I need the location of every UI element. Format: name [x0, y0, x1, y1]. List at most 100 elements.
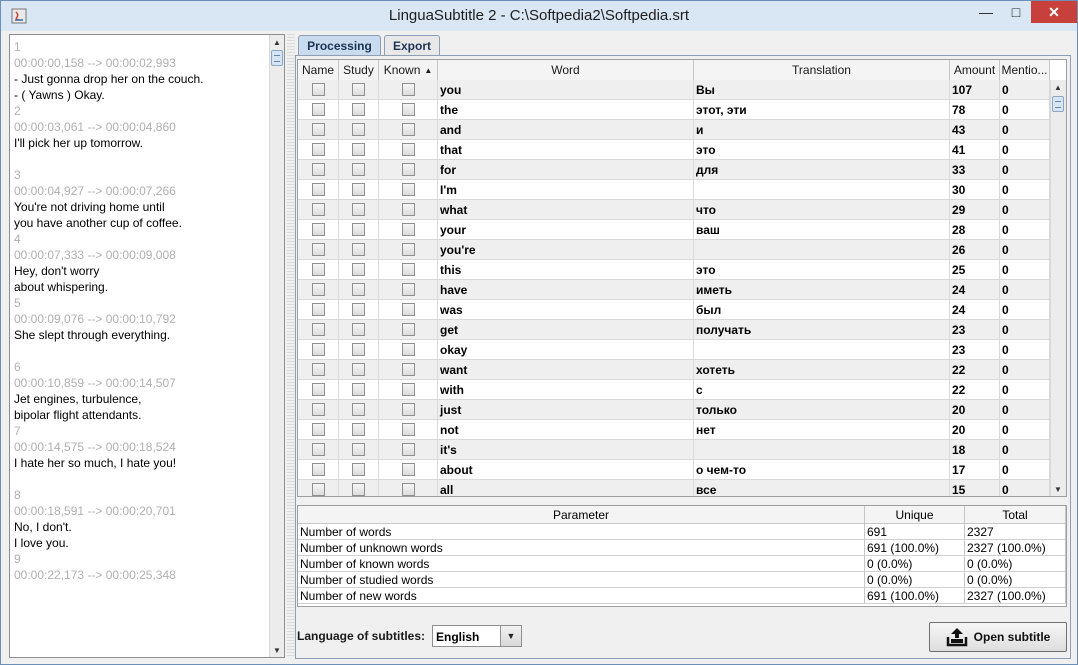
translation-cell[interactable]: [694, 340, 950, 359]
translation-cell[interactable]: ваш: [694, 220, 950, 239]
known-checkbox[interactable]: [401, 203, 415, 216]
name-checkbox[interactable]: [311, 163, 325, 176]
known-checkbox[interactable]: [401, 163, 415, 176]
translation-cell[interactable]: был: [694, 300, 950, 319]
name-checkbox[interactable]: [311, 243, 325, 256]
subtitle-entry[interactable]: 8 00:00:18,591 --> 00:00:20,701 No, I don'…: [14, 487, 269, 551]
translation-cell[interactable]: с: [694, 380, 950, 399]
scroll-thumb[interactable]: [1052, 96, 1064, 112]
language-dropdown[interactable]: English ▼: [432, 625, 522, 647]
amount-cell[interactable]: 22: [950, 380, 1000, 399]
mentions-cell[interactable]: 0: [1000, 460, 1050, 479]
word-cell[interactable]: the: [438, 100, 694, 119]
table-row[interactable]: about о чем-то 17 0: [298, 460, 1050, 480]
mentions-cell[interactable]: 0: [1000, 480, 1050, 496]
table-row[interactable]: it's 18 0: [298, 440, 1050, 460]
amount-cell[interactable]: 18: [950, 440, 1000, 459]
amount-cell[interactable]: 23: [950, 340, 1000, 359]
amount-cell[interactable]: 22: [950, 360, 1000, 379]
word-cell[interactable]: was: [438, 300, 694, 319]
name-checkbox[interactable]: [311, 223, 325, 236]
known-checkbox[interactable]: [401, 303, 415, 316]
amount-cell[interactable]: 43: [950, 120, 1000, 139]
study-checkbox[interactable]: [352, 463, 365, 476]
study-checkbox[interactable]: [352, 103, 365, 116]
mentions-cell[interactable]: 0: [1000, 100, 1050, 119]
column-header-translation[interactable]: Translation: [694, 60, 950, 80]
known-checkbox[interactable]: [401, 463, 415, 476]
scroll-down-arrow-icon[interactable]: ▼: [270, 643, 284, 657]
translation-cell[interactable]: [694, 180, 950, 199]
word-cell[interactable]: just: [438, 400, 694, 419]
mentions-cell[interactable]: 0: [1000, 380, 1050, 399]
translation-cell[interactable]: о чем-то: [694, 460, 950, 479]
maximize-button[interactable]: □: [1003, 1, 1029, 23]
subtitle-entry[interactable]: 5 00:00:09,076 --> 00:00:10,792 She slept …: [14, 295, 269, 359]
amount-cell[interactable]: 26: [950, 240, 1000, 259]
known-checkbox[interactable]: [401, 403, 415, 416]
scroll-thumb[interactable]: [271, 50, 283, 66]
name-checkbox[interactable]: [311, 383, 325, 396]
table-row[interactable]: for для 33 0: [298, 160, 1050, 180]
name-checkbox[interactable]: [311, 183, 325, 196]
mentions-cell[interactable]: 0: [1000, 340, 1050, 359]
translation-cell[interactable]: все: [694, 480, 950, 496]
translation-cell[interactable]: хотеть: [694, 360, 950, 379]
study-checkbox[interactable]: [352, 343, 365, 356]
close-button[interactable]: ✕: [1031, 1, 1077, 23]
word-cell[interactable]: okay: [438, 340, 694, 359]
table-row[interactable]: and и 43 0: [298, 120, 1050, 140]
name-checkbox[interactable]: [311, 83, 325, 96]
known-checkbox[interactable]: [401, 343, 415, 356]
word-cell[interactable]: get: [438, 320, 694, 339]
study-checkbox[interactable]: [352, 123, 365, 136]
subtitle-entry[interactable]: 1 00:00:00,158 --> 00:00:02,993 - Just gon…: [14, 39, 269, 103]
scroll-up-arrow-icon[interactable]: ▲: [1051, 80, 1065, 94]
known-checkbox[interactable]: [401, 263, 415, 276]
study-checkbox[interactable]: [352, 183, 365, 196]
study-checkbox[interactable]: [352, 203, 365, 216]
subtitle-scrollbar[interactable]: ▲ ▼: [269, 35, 284, 657]
scroll-down-arrow-icon[interactable]: ▼: [1051, 482, 1065, 496]
tab-export[interactable]: Export: [384, 35, 440, 55]
subtitle-entry[interactable]: 4 00:00:07,333 --> 00:00:09,008 Hey, don't…: [14, 231, 269, 295]
amount-cell[interactable]: 78: [950, 100, 1000, 119]
table-row[interactable]: want хотеть 22 0: [298, 360, 1050, 380]
amount-cell[interactable]: 15: [950, 480, 1000, 496]
table-row[interactable]: this это 25 0: [298, 260, 1050, 280]
amount-cell[interactable]: 107: [950, 80, 1000, 99]
mentions-cell[interactable]: 0: [1000, 120, 1050, 139]
study-checkbox[interactable]: [352, 263, 365, 276]
name-checkbox[interactable]: [311, 443, 325, 456]
translation-cell[interactable]: иметь: [694, 280, 950, 299]
mentions-cell[interactable]: 0: [1000, 140, 1050, 159]
word-cell[interactable]: that: [438, 140, 694, 159]
known-checkbox[interactable]: [401, 423, 415, 436]
study-checkbox[interactable]: [352, 403, 365, 416]
pane-splitter[interactable]: [287, 34, 295, 658]
word-cell[interactable]: what: [438, 200, 694, 219]
known-checkbox[interactable]: [401, 223, 415, 236]
name-checkbox[interactable]: [311, 103, 325, 116]
name-checkbox[interactable]: [311, 343, 325, 356]
amount-cell[interactable]: 25: [950, 260, 1000, 279]
known-checkbox[interactable]: [401, 483, 415, 496]
name-checkbox[interactable]: [311, 363, 325, 376]
mentions-cell[interactable]: 0: [1000, 260, 1050, 279]
mentions-cell[interactable]: 0: [1000, 220, 1050, 239]
mentions-cell[interactable]: 0: [1000, 280, 1050, 299]
amount-cell[interactable]: 20: [950, 400, 1000, 419]
tab-processing[interactable]: Processing: [298, 35, 381, 55]
study-checkbox[interactable]: [352, 483, 365, 496]
mentions-cell[interactable]: 0: [1000, 300, 1050, 319]
known-checkbox[interactable]: [401, 243, 415, 256]
known-checkbox[interactable]: [401, 143, 415, 156]
mentions-cell[interactable]: 0: [1000, 440, 1050, 459]
translation-cell[interactable]: это: [694, 140, 950, 159]
word-cell[interactable]: for: [438, 160, 694, 179]
subtitle-pane[interactable]: 1 00:00:00,158 --> 00:00:02,993 - Just gon…: [9, 34, 285, 658]
word-cell[interactable]: this: [438, 260, 694, 279]
subtitle-entry[interactable]: 7 00:00:14,575 --> 00:00:18,524 I hate her…: [14, 423, 269, 487]
name-checkbox[interactable]: [311, 463, 325, 476]
column-header-known[interactable]: Known ▲: [379, 60, 438, 80]
